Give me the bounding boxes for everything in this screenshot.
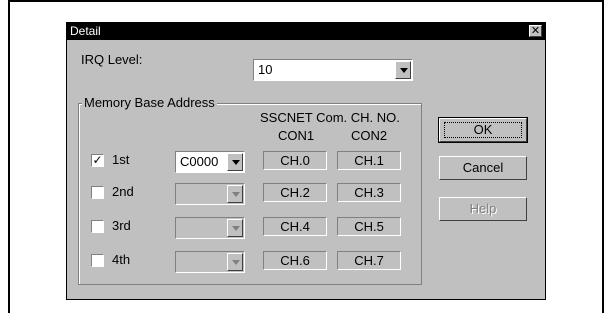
row-4th-address-select[interactable]: [175, 251, 245, 273]
row-4th-label: 4th: [112, 252, 131, 267]
row-1st-label: 1st: [112, 152, 130, 167]
row-4th-checkbox[interactable]: [91, 254, 104, 267]
con1-header: CON1: [278, 128, 315, 143]
dialog-title: Detail: [70, 24, 101, 38]
con2-header: CON2: [351, 128, 388, 143]
close-button[interactable]: ✕: [529, 25, 542, 37]
row-2nd-con2: CH.3: [337, 183, 401, 202]
cancel-button[interactable]: Cancel: [439, 156, 527, 180]
row-3rd-con2: CH.5: [337, 217, 401, 236]
chevron-down-icon: [400, 68, 408, 73]
irq-level-select[interactable]: 10: [253, 59, 413, 81]
row-2nd-con1: CH.2: [263, 183, 327, 202]
row-1st-address-select[interactable]: C0000: [175, 151, 245, 173]
row-1st-con2: CH.1: [337, 151, 401, 170]
row-3rd-label: 3rd: [112, 218, 131, 233]
chevron-down-icon: [232, 160, 240, 165]
help-button-label: Help: [469, 201, 497, 216]
title-bar: Detail ✕: [67, 23, 545, 40]
chevron-down-icon: [232, 260, 240, 265]
focus-rect: [444, 122, 522, 138]
row-2nd-address-select[interactable]: [175, 183, 245, 205]
irq-level-value: 10: [258, 62, 273, 77]
irq-dropdown-button[interactable]: [395, 61, 411, 79]
row-4th-con2: CH.7: [337, 251, 401, 270]
row-2nd-checkbox[interactable]: [91, 186, 104, 199]
row-1st-address-value: C0000: [180, 154, 219, 169]
irq-level-label: IRQ Level:: [81, 52, 143, 67]
chevron-down-icon: [232, 226, 240, 231]
detail-dialog: Detail ✕ IRQ Level: 10 Memory Base Addre…: [66, 22, 546, 300]
row-4th-dropdown-button[interactable]: [227, 253, 243, 271]
row-3rd-con1: CH.4: [263, 217, 327, 236]
row-3rd-address-select[interactable]: [175, 217, 245, 239]
chevron-down-icon: [232, 192, 240, 197]
row-1st-checkbox[interactable]: ✓: [91, 154, 104, 167]
row-4th-con1: CH.6: [263, 251, 327, 270]
memory-base-address-label: Memory Base Address: [82, 95, 217, 110]
cancel-button-label: Cancel: [462, 160, 504, 175]
help-button[interactable]: Help: [439, 197, 527, 221]
row-3rd-checkbox[interactable]: [91, 220, 104, 233]
row-1st-con1: CH.0: [263, 151, 327, 170]
row-2nd-label: 2nd: [112, 184, 134, 199]
sscnet-header: SSCNET Com. CH. NO.: [260, 110, 400, 125]
ok-button[interactable]: OK: [438, 117, 528, 143]
row-3rd-dropdown-button[interactable]: [227, 219, 243, 237]
row-1st-dropdown-button[interactable]: [227, 153, 243, 171]
checkmark-icon: ✓: [92, 153, 103, 167]
close-icon: ✕: [530, 25, 541, 37]
row-2nd-dropdown-button[interactable]: [227, 185, 243, 203]
